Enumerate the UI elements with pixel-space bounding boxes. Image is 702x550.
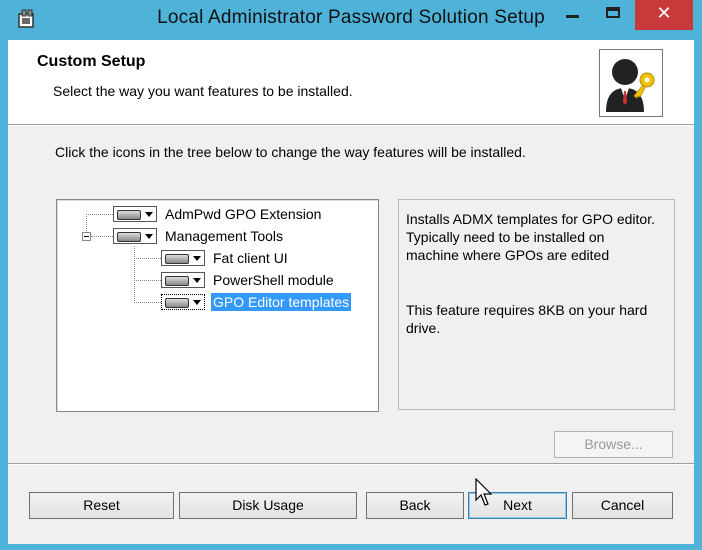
minimize-button[interactable] [553,0,593,30]
tree-item-label: AdmPwd GPO Extension [165,206,322,222]
tree-connector [91,236,113,238]
tree-connector [134,246,136,303]
tree-item-label: GPO Editor templates [211,293,352,311]
feature-tree[interactable]: AdmPwd GPO Extension Management Tools Fa… [56,199,379,412]
install-state-dropdown-icon[interactable] [161,250,205,266]
close-button[interactable]: ✕ [635,0,693,30]
tree-item-label: Management Tools [165,228,284,244]
tree-connector [134,258,161,260]
tree-item-powershell-module[interactable]: PowerShell module [161,270,336,290]
close-icon: ✕ [656,3,672,24]
tree-item-fat-client-ui[interactable]: Fat client UI [161,248,290,268]
tree-item-label: Fat client UI [213,250,288,266]
feature-size-info: This feature requires 8KB on your hard d… [406,302,648,336]
page-subtitle: Select the way you want features to be i… [53,83,353,99]
feature-description-panel: Installs ADMX templates for GPO editor. … [398,199,675,410]
tree-connector [134,302,161,304]
maximize-icon [606,7,620,18]
title-bar[interactable]: Local Administrator Password Solution Se… [0,0,702,40]
install-state-dropdown-icon[interactable] [161,272,205,288]
disk-usage-button[interactable]: Disk Usage [179,492,357,519]
browse-button[interactable]: Browse... [554,431,673,458]
cancel-button[interactable]: Cancel [572,492,673,519]
tree-connector [134,280,161,282]
install-state-dropdown-icon[interactable] [161,294,205,310]
reset-button[interactable]: Reset [29,492,174,519]
page-title: Custom Setup [37,53,146,70]
admin-key-icon [599,49,663,117]
dialog-client-area: Custom Setup Select the way you want fea… [8,40,694,544]
install-state-dropdown-icon[interactable] [113,206,157,222]
maximize-button[interactable] [594,0,634,30]
tree-item-gpo-editor-templates[interactable]: GPO Editor templates [161,292,352,312]
header-divider [8,125,694,126]
tree-item-admpwd-gpo-extension[interactable]: AdmPwd GPO Extension [113,204,323,224]
installer-window: Local Administrator Password Solution Se… [0,0,702,550]
tree-connector [86,214,113,216]
back-button[interactable]: Back [366,492,464,519]
instruction-text: Click the icons in the tree below to cha… [55,144,526,160]
header-banner: Custom Setup Select the way you want fea… [8,40,694,125]
button-divider-highlight [8,464,694,465]
collapse-toggle-icon[interactable] [82,232,91,241]
install-state-dropdown-icon[interactable] [113,228,157,244]
tree-item-label: PowerShell module [213,272,334,288]
tree-item-management-tools[interactable]: Management Tools [113,226,285,246]
mouse-pointer-icon [475,478,493,506]
minimize-icon [566,15,579,18]
feature-description: Installs ADMX templates for GPO editor. … [406,211,655,263]
